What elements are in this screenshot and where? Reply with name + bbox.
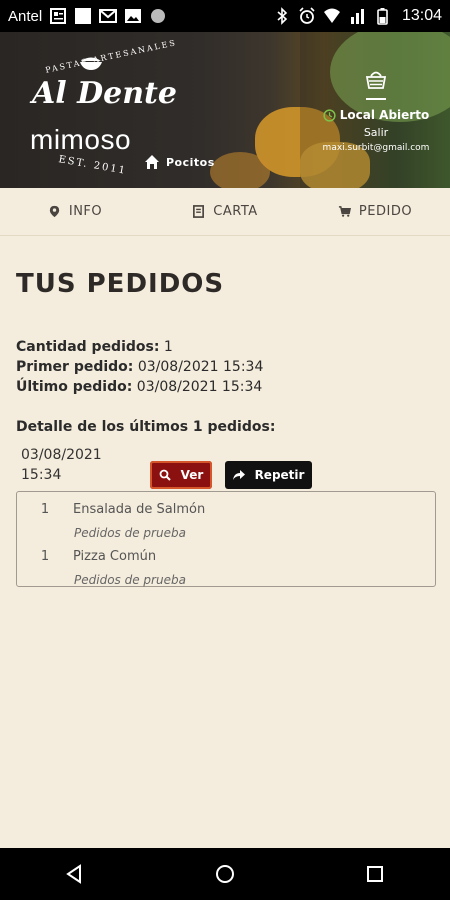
brand-established: EST. 2011	[57, 154, 128, 177]
tab-carta-label: CARTA	[213, 204, 258, 219]
repeat-order-button[interactable]: Repetir	[225, 461, 312, 489]
order-item: 1 Pizza Común	[17, 544, 435, 568]
carrier-label: Antel	[8, 7, 43, 25]
location-link[interactable]: Pocitos	[144, 154, 215, 170]
stat-first: Primer pedido: 03/08/2021 15:34	[16, 357, 436, 377]
news-icon	[50, 8, 67, 24]
back-icon[interactable]	[64, 863, 86, 885]
map-pin-icon	[49, 205, 60, 218]
bowl-icon	[80, 57, 102, 70]
user-email: maxi.surbit@gmail.com	[322, 143, 430, 153]
search-icon	[159, 469, 171, 481]
view-order-button[interactable]: Ver	[150, 461, 212, 489]
order-items-box: 1 Ensalada de Salmón Pedidos de prueba 1…	[16, 491, 436, 587]
repeat-order-label: Repetir	[254, 468, 305, 482]
store-open-label: Local Abierto	[339, 108, 430, 122]
tab-carta[interactable]: CARTA	[150, 188, 300, 235]
stat-count-label: Cantidad pedidos:	[16, 339, 160, 355]
stat-last-value: 03/08/2021 15:34	[136, 379, 263, 395]
item-note: Pedidos de prueba	[74, 525, 186, 540]
tab-bar: INFO CARTA PEDIDO	[0, 188, 450, 236]
share-arrow-icon	[232, 470, 245, 480]
page-title: TUS PEDIDOS	[16, 269, 225, 299]
order-time: 15:34	[21, 467, 62, 483]
stat-count-value: 1	[163, 339, 173, 355]
stat-first-value: 03/08/2021 15:34	[137, 359, 264, 375]
blank-icon	[75, 8, 92, 24]
system-nav-bar	[0, 848, 450, 900]
tab-pedido[interactable]: PEDIDO	[300, 188, 450, 235]
header-divider	[366, 98, 386, 100]
order-datetime: 03/08/2021 15:34	[21, 445, 102, 485]
status-bar: Antel 13:04	[0, 0, 450, 32]
orders-section: TUS PEDIDOS Cantidad pedidos: 1 Primer p…	[16, 236, 436, 587]
clock-icon	[323, 108, 336, 122]
brand-tagline: PASTAS ARTESANALES	[44, 38, 178, 75]
brand-logo-sub: mimoso	[30, 124, 132, 155]
alarm-icon	[299, 7, 315, 24]
item-name: Ensalada de Salmón	[73, 501, 206, 517]
tab-info-label: INFO	[68, 204, 103, 219]
stat-first-label: Primer pedido:	[16, 359, 134, 375]
tab-pedido-label: PEDIDO	[358, 204, 413, 219]
home-icon	[145, 155, 159, 169]
battery-icon	[377, 8, 388, 25]
image-icon	[125, 9, 142, 23]
order-date: 03/08/2021	[21, 447, 102, 463]
header-account-panel: Local Abierto Salir maxi.surbit@gmail.co…	[316, 68, 436, 153]
stat-last-label: Último pedido:	[16, 379, 133, 395]
clock: 13:04	[401, 7, 442, 24]
item-note: Pedidos de prueba	[74, 572, 186, 587]
order-row: 03/08/2021 15:34 Ver Repetir	[16, 441, 436, 489]
wifi-icon	[323, 8, 340, 23]
mail-icon	[99, 9, 118, 23]
menu-book-icon	[193, 205, 205, 218]
item-quantity: 1	[40, 548, 50, 564]
order-item: 1 Ensalada de Salmón	[17, 497, 435, 521]
location-label: Pocitos	[166, 155, 215, 169]
item-name: Pizza Común	[73, 548, 157, 564]
stat-count: Cantidad pedidos: 1	[16, 337, 436, 357]
brand-logo-name: Al Dente	[32, 76, 177, 111]
view-order-label: Ver	[180, 468, 204, 482]
signal-icon	[350, 9, 364, 24]
order-stats: Cantidad pedidos: 1 Primer pedido: 03/08…	[16, 337, 436, 397]
basket-icon[interactable]	[365, 68, 387, 90]
stat-last: Último pedido: 03/08/2021 15:34	[16, 377, 436, 397]
order-detail-heading: Detalle de los últimos 1 pedidos:	[16, 419, 276, 435]
cart-icon	[338, 206, 351, 217]
circle-icon	[151, 9, 166, 23]
store-open-status: Local Abierto	[316, 108, 436, 122]
header-photo-decor	[210, 152, 270, 188]
logout-link[interactable]: Salir	[316, 126, 436, 139]
home-circle-icon[interactable]	[214, 863, 236, 885]
tab-info[interactable]: INFO	[0, 188, 150, 235]
bluetooth-icon	[277, 7, 288, 25]
app-header: PASTAS ARTESANALES Al Dente mimoso EST. …	[0, 32, 450, 188]
item-quantity: 1	[40, 501, 50, 517]
recents-icon[interactable]	[364, 863, 386, 885]
